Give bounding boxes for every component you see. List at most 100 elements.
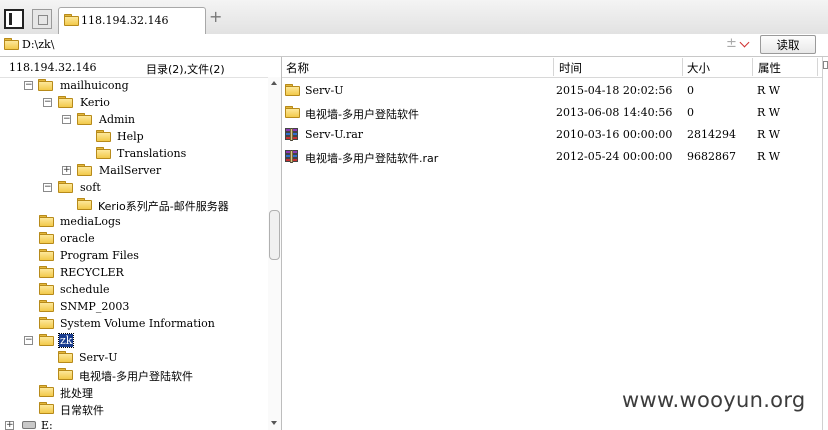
- tree-node-label: oracle: [60, 232, 95, 245]
- tree-node-label: mailhuicong: [60, 79, 129, 92]
- tree-scrollbar[interactable]: [268, 77, 281, 430]
- tree-node-label: Help: [117, 130, 144, 143]
- collapse-icon[interactable]: −: [24, 336, 33, 345]
- tree-node-label: System Volume Information: [60, 317, 215, 330]
- file-time: 2010-03-16 00:00:00: [556, 128, 673, 141]
- folder-icon: [39, 385, 54, 397]
- tree-node-label: Translations: [117, 147, 187, 160]
- column-divider[interactable]: [817, 58, 818, 76]
- folder-icon: [39, 249, 54, 261]
- column-attr[interactable]: 属性: [758, 60, 781, 76]
- folder-icon: [4, 38, 19, 50]
- folder-icon: [96, 130, 111, 142]
- tree-node-label: 电视墙-多用户登陆软件: [79, 370, 193, 383]
- collapse-icon[interactable]: −: [24, 81, 33, 90]
- folder-icon: [39, 283, 54, 295]
- tree-node-label: Serv-U: [79, 351, 118, 364]
- column-divider[interactable]: [553, 58, 554, 76]
- scroll-down-icon[interactable]: [271, 421, 277, 425]
- tree-node-label: 批处理: [60, 387, 93, 400]
- file-row[interactable]: 电视墙-多用户登陆软件.rar 2012-05-24 00:00:00 9682…: [282, 146, 822, 168]
- tree-node-label: mediaLogs: [60, 215, 121, 228]
- file-time: 2015-04-18 20:02:56: [556, 84, 673, 97]
- tab-bar: 118.194.32.146 +: [0, 0, 828, 35]
- file-size: 2814294: [687, 128, 736, 141]
- watermark: www.wooyun.org: [622, 388, 806, 412]
- file-name: Serv-U: [305, 84, 344, 97]
- file-name: 电视墙-多用户登陆软件: [305, 108, 419, 121]
- file-attr: R W: [757, 150, 781, 163]
- file-size: 0: [687, 84, 694, 97]
- column-divider[interactable]: [752, 58, 753, 76]
- file-row[interactable]: Serv-U.rar 2010-03-16 00:00:00 2814294 R…: [282, 124, 822, 146]
- file-name: 电视墙-多用户登陆软件.rar: [305, 152, 439, 165]
- window-icon[interactable]: [32, 9, 52, 29]
- add-tab-button[interactable]: +: [209, 9, 222, 25]
- read-button[interactable]: 读取: [760, 35, 816, 54]
- column-name[interactable]: 名称: [286, 60, 309, 76]
- folder-icon: [64, 14, 79, 26]
- file-name: Serv-U.rar: [305, 128, 364, 141]
- collapse-icon[interactable]: −: [43, 183, 52, 192]
- folder-icon: [39, 402, 54, 414]
- column-divider[interactable]: [682, 58, 683, 76]
- tree-node-label: schedule: [60, 283, 110, 296]
- file-size: 9682867: [687, 150, 736, 163]
- right-edge-panel: [822, 57, 828, 430]
- tab-host[interactable]: 118.194.32.146: [58, 7, 206, 34]
- tree-node-label-selected: zk: [57, 333, 75, 348]
- file-attr: R W: [757, 106, 781, 119]
- tree-node-label: soft: [80, 181, 101, 194]
- tree-node-label: SNMP_2003: [60, 300, 130, 313]
- tree-node-label: 日常软件: [60, 404, 104, 417]
- folder-icon: [285, 106, 300, 118]
- drive-icon: [22, 421, 36, 429]
- tree-node-label: Kerio: [80, 96, 110, 109]
- file-size: 0: [687, 106, 694, 119]
- folder-icon: [39, 317, 54, 329]
- folder-icon: [58, 181, 73, 193]
- collapse-icon[interactable]: −: [62, 115, 71, 124]
- rar-archive-icon: [285, 128, 299, 142]
- file-attr: R W: [757, 84, 781, 97]
- column-time[interactable]: 时间: [559, 60, 582, 76]
- file-row[interactable]: Serv-U 2015-04-18 20:02:56 0 R W: [282, 80, 822, 102]
- tree-node-label: MailServer: [99, 164, 162, 177]
- rar-archive-icon: [285, 150, 299, 164]
- expand-icon[interactable]: +: [5, 421, 14, 430]
- folder-icon: [96, 147, 111, 159]
- folder-icon: [285, 84, 300, 96]
- info-bar: 118.194.32.146 目录(2),文件(2): [0, 57, 280, 78]
- sidebar-toggle-icon[interactable]: [4, 9, 24, 29]
- folder-icon: [77, 198, 92, 210]
- column-size[interactable]: 大小: [687, 60, 710, 76]
- tree-node-label: Admin: [99, 113, 136, 126]
- expand-icon[interactable]: +: [62, 166, 71, 175]
- folder-icon: [39, 232, 54, 244]
- scroll-thumb[interactable]: [269, 210, 280, 260]
- file-attr: R W: [757, 128, 781, 141]
- folder-icon: [39, 215, 54, 227]
- folder-icon: [77, 113, 92, 125]
- chevron-down-icon[interactable]: [739, 37, 750, 48]
- tree-node-label: E:: [41, 419, 53, 430]
- panel-icon[interactable]: [823, 61, 828, 69]
- item-counts: 目录(2),文件(2): [146, 63, 225, 76]
- folder-icon: [58, 351, 73, 363]
- folder-icon: [38, 79, 53, 91]
- host-address: 118.194.32.146: [9, 61, 97, 74]
- file-list-header: 名称 时间 大小 属性: [282, 57, 828, 78]
- folder-icon: [39, 266, 54, 278]
- tree-node-label: RECYCLER: [60, 266, 124, 279]
- plus-minus-icon[interactable]: ±: [726, 36, 737, 51]
- collapse-icon[interactable]: −: [43, 98, 52, 107]
- tab-label: 118.194.32.146: [81, 14, 169, 27]
- file-time: 2013-06-08 14:40:56: [556, 106, 673, 119]
- file-row[interactable]: 电视墙-多用户登陆软件 2013-06-08 14:40:56 0 R W: [282, 102, 822, 124]
- folder-icon: [58, 96, 73, 108]
- folder-icon: [39, 300, 54, 312]
- scroll-up-icon[interactable]: [271, 81, 277, 85]
- address-bar: ± 读取: [0, 34, 828, 57]
- tree-node-label: Program Files: [60, 249, 139, 262]
- path-input[interactable]: [22, 36, 722, 53]
